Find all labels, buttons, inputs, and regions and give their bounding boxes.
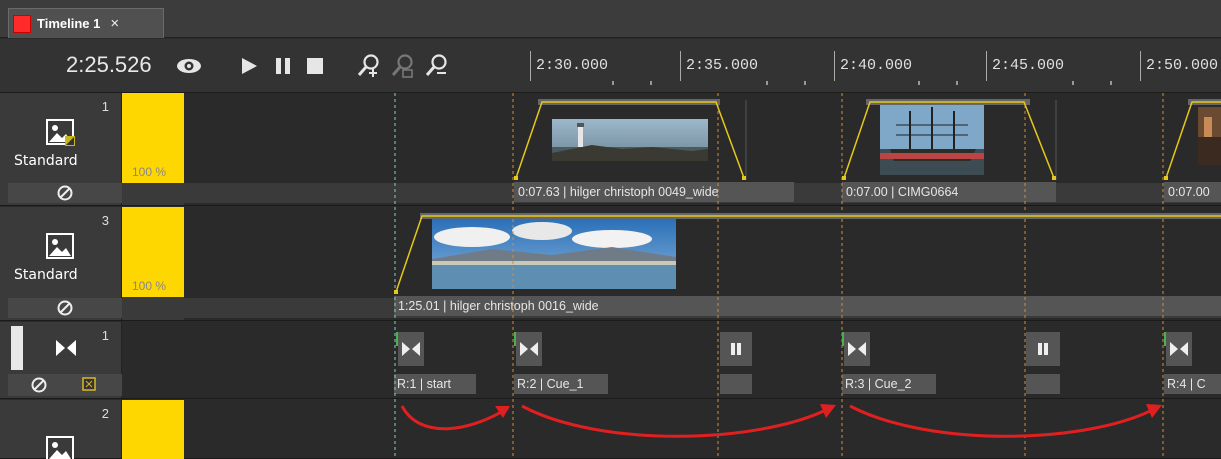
volume-label: 100 % [132,165,167,179]
tab-bar: Timeline 1 × [0,0,1221,38]
ruler-tick [834,51,835,81]
pause-icon[interactable] [270,53,296,79]
eye-icon[interactable] [176,53,202,79]
clip-caption[interactable]: 0:07.00 | CIMG0664 [842,182,1056,202]
ruler-minor-tick [918,81,920,85]
track-mode-label: Standard [14,267,78,283]
ruler-tick [530,51,531,81]
tab-title: Timeline 1 [37,16,101,31]
pause-duration-bar[interactable] [720,374,752,394]
pause-duration-bar[interactable] [1026,374,1060,394]
volume-bar[interactable] [122,400,184,459]
cue-track-1[interactable]: 1 R:1 | start R:2 | Cue_1 R:3 | Cue_2 R:… [0,322,1221,399]
cue-caption[interactable]: R:3 | Cue_2 [842,374,936,394]
cue-track-icon [56,340,76,361]
current-time: 2:25.526 [66,52,152,77]
stop-icon[interactable] [302,53,328,79]
clip-thumbnail-partial[interactable] [1198,107,1221,165]
timeline-toolbar: 2:25.526 2:30.000 2:35.000 2:40.000 2:45… [0,39,1221,93]
volume-bar[interactable]: 100 % [122,93,184,205]
clip-thumbnail-ship[interactable] [880,105,984,175]
time-ruler[interactable]: 2:30.000 2:35.000 2:40.000 2:45.000 2:50… [526,39,1221,93]
mute-icon[interactable] [56,299,74,322]
clip-caption[interactable]: 0:07.00 [1164,182,1221,202]
zoom-fit-icon[interactable] [390,53,416,79]
track-header[interactable]: 2 [0,400,122,459]
image-track-3[interactable]: 3 Standard 100 % 1:25.01 | hilger christ… [0,207,1221,321]
ruler-label: 2:45.000 [992,57,1065,74]
cue-pause-button[interactable] [1026,332,1060,366]
volume-fill [122,400,184,459]
image-track-icon [46,233,76,261]
clip-thumbnail-lighthouse[interactable] [552,119,708,161]
image-track-1[interactable]: 1 Standard 100 % 0:07.63 | hilger christ… [0,93,1221,206]
track-number: 1 [101,99,109,114]
ruler-tick [680,51,681,81]
image-track-2[interactable]: 2 [0,400,1221,459]
ruler-label: 2:35.000 [686,57,759,74]
cue-marker-icon[interactable] [82,377,96,396]
ruler-minor-tick [1072,81,1074,85]
ruler-label: 2:30.000 [536,57,609,74]
volume-bar[interactable]: 100 % [122,207,184,320]
mute-icon[interactable] [56,184,74,207]
zoom-out-icon[interactable] [424,53,450,79]
track-number: 2 [101,406,109,421]
cue-start-button[interactable] [398,332,424,366]
image-track-icon [46,119,76,147]
ruler-minor-tick [612,81,614,85]
track-level-indicator [11,326,23,370]
track-number: 1 [101,328,109,343]
clip-caption[interactable]: 1:25.01 | hilger christoph 0016_wide [394,296,1221,316]
ruler-minor-tick [804,81,806,85]
cue-transition-button[interactable] [844,332,870,366]
ruler-tick [1140,51,1141,81]
zoom-in-icon[interactable] [356,53,382,79]
cue-caption[interactable]: R:4 | C [1164,374,1221,394]
cue-caption[interactable]: R:1 | start [394,374,476,394]
cue-transition-button[interactable] [516,332,542,366]
track-number: 3 [101,213,109,228]
ruler-label: 2:50.000 [1146,57,1219,74]
transport-controls: 2:25.526 [0,39,526,93]
image-track-icon [46,436,76,459]
close-icon[interactable]: × [110,15,119,32]
ruler-minor-tick [1110,81,1112,85]
ruler-minor-tick [766,81,768,85]
ruler-minor-tick [650,81,652,85]
track-footer [8,374,122,396]
timeline-icon [13,14,31,33]
clip-caption[interactable]: 0:07.63 | hilger christoph 0049_wide [514,182,794,202]
track-footer [8,298,122,318]
clip-thumbnail-lake[interactable] [432,219,676,289]
cue-caption[interactable]: R:2 | Cue_1 [514,374,608,394]
tab-timeline-1[interactable]: Timeline 1 × [8,8,164,38]
ruler-label: 2:40.000 [840,57,913,74]
cue-transition-button[interactable] [1166,332,1192,366]
track-mode-label: Standard [14,153,78,169]
track-footer [8,183,122,203]
play-icon[interactable] [236,53,262,79]
ruler-minor-tick [956,81,958,85]
track-header[interactable]: 1 Standard [0,93,122,205]
mute-icon[interactable] [30,376,48,399]
ruler-tick [986,51,987,81]
volume-label: 100 % [132,279,167,293]
track-header[interactable]: 1 [0,322,122,398]
cue-pause-button[interactable] [720,332,752,366]
track-header[interactable]: 3 Standard [0,207,122,320]
